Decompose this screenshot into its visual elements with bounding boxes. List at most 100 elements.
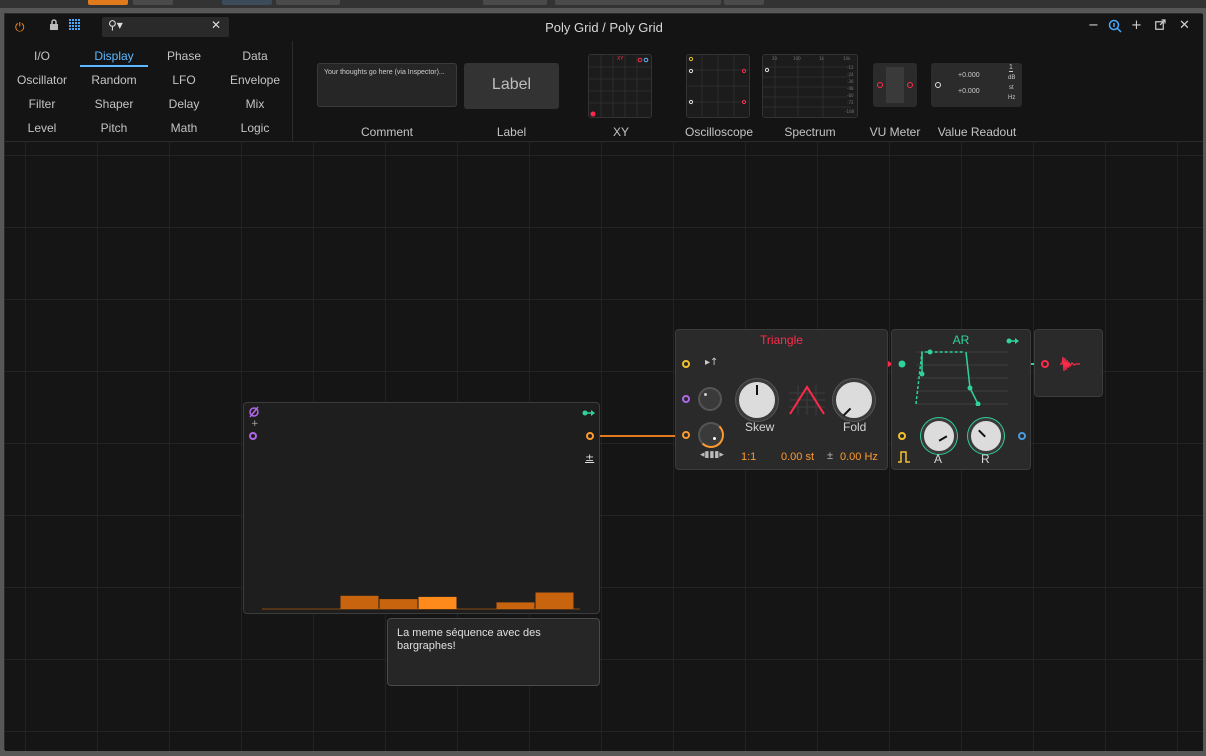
comment-preview-text: Your thoughts go here (via Inspector)... [324, 69, 445, 76]
device-label-module[interactable]: Label Label [464, 63, 559, 139]
device-comment[interactable]: Your thoughts go here (via Inspector)...… [317, 63, 457, 139]
vu-port [907, 82, 913, 88]
window-title: Poly Grid / Poly Grid [545, 20, 663, 35]
skew-knob[interactable] [736, 379, 778, 421]
title-bar: ⏻ ⚲▾ ✕ Poly Grid / Poly Grid − + ✕ [5, 14, 1203, 41]
fold-knob[interactable] [833, 379, 875, 421]
category-level[interactable]: Level [7, 121, 77, 135]
category-shaper[interactable]: Shaper [79, 97, 149, 111]
xy-thumbnail: XY [588, 54, 652, 118]
device-label: Comment [360, 125, 413, 139]
release-knob[interactable] [968, 418, 1004, 454]
hz-value[interactable]: 0.00 Hz [840, 451, 878, 463]
popout-icon[interactable] [1155, 19, 1166, 34]
category-math[interactable]: Math [149, 121, 219, 135]
keyboard-icon[interactable]: ◂▮▮▮▸ [700, 450, 724, 460]
category-lfo[interactable]: LFO [149, 73, 219, 87]
poly-grid-window: ⏻ ⚲▾ ✕ Poly Grid / Poly Grid − + ✕ I/O D… [4, 13, 1203, 751]
audio-out-module[interactable] [1034, 329, 1103, 397]
polarity-toggle[interactable]: ± [585, 451, 594, 464]
input-port-dot[interactable] [893, 359, 907, 369]
bargraph-module[interactable]: + ± [243, 402, 600, 614]
category-envelope[interactable]: Envelope [220, 73, 290, 87]
transport-button[interactable] [133, 0, 173, 5]
category-display[interactable]: Display [79, 49, 149, 67]
device-vu-meter[interactable]: VU Meter [867, 63, 923, 139]
release-label: R [981, 452, 990, 466]
category-io[interactable]: I/O [7, 49, 77, 63]
category-random[interactable]: Random [79, 73, 149, 87]
phase-knob[interactable] [698, 387, 722, 411]
xy-preview-text: XY [617, 56, 624, 62]
spectrum-tick: -48 [847, 86, 854, 91]
attack-label: A [934, 452, 943, 466]
readout-unit: 1 [1009, 64, 1013, 72]
phase-port[interactable] [682, 395, 690, 403]
vu-port [877, 82, 883, 88]
vu-thumbnail [873, 63, 917, 107]
readout-value-1: +0.000 [958, 72, 980, 79]
ar-envelope-graph [915, 349, 1008, 406]
phase-icon[interactable] [248, 406, 260, 418]
zoom-icon[interactable] [1108, 19, 1122, 37]
category-delay[interactable]: Delay [149, 97, 219, 111]
category-filter[interactable]: Filter [7, 97, 77, 111]
attack-knob[interactable] [921, 418, 957, 454]
spectrum-tick: -72 [847, 100, 854, 105]
spectrum-tick: 100 [793, 56, 801, 61]
device-label: Label [496, 125, 527, 139]
category-oscillator[interactable]: Oscillator [7, 73, 77, 87]
output-arrow-icon [1006, 338, 1019, 344]
semitone-value[interactable]: 0.00 st [781, 451, 814, 463]
spectrum-tick: -108 [845, 109, 855, 114]
bargraph-bar [496, 602, 535, 609]
comment-note-text: La meme séquence avec des bargraphes! [397, 627, 541, 652]
transport-button[interactable] [483, 0, 547, 5]
module-browser: I/O Display Phase Data Oscillator Random… [5, 41, 1203, 142]
ar-module[interactable]: AR A R [891, 329, 1031, 470]
gate-port[interactable] [898, 432, 906, 440]
output-port[interactable] [586, 432, 594, 440]
transport-button[interactable] [222, 0, 272, 5]
label-preview-text: Label [491, 76, 532, 93]
patch-grid[interactable]: + ± La meme séquence avec des bargraphes… [5, 142, 1203, 751]
minimize-icon[interactable]: − [1088, 18, 1099, 33]
category-data[interactable]: Data [220, 49, 290, 63]
gate-icon [898, 451, 910, 463]
device-value-readout[interactable]: +0.000 +0.000 1 dB st Hz Value Readout [930, 63, 1024, 139]
triangle-title: Triangle [760, 333, 803, 347]
pitch-knob[interactable] [698, 422, 724, 448]
bargraph-display [262, 592, 580, 610]
readout-unit: Hz [1008, 95, 1016, 101]
category-pitch[interactable]: Pitch [79, 121, 149, 135]
transport-button[interactable] [555, 0, 721, 5]
device-oscilloscope[interactable]: Oscilloscope [683, 51, 755, 139]
ratio-value[interactable]: 1:1 [741, 451, 756, 463]
retrigger-icon[interactable]: ▸↑ [705, 357, 718, 368]
app-frame: ⏻ ⚲▾ ✕ Poly Grid / Poly Grid − + ✕ I/O D… [0, 0, 1206, 756]
close-window-icon[interactable]: ✕ [1179, 18, 1190, 33]
vu-bar [886, 67, 904, 103]
audio-input-port[interactable] [1041, 360, 1049, 368]
spectrum-tick: -12 [847, 65, 854, 70]
device-spectrum[interactable]: 20 100 1k 10k -12 -24 -36 -48 -60 -72 -1… [760, 51, 860, 139]
comment-note[interactable]: La meme séquence avec des bargraphes! [387, 618, 600, 686]
bargraph-bar [340, 595, 379, 609]
output-port[interactable] [1018, 432, 1026, 440]
add-icon[interactable]: + [1131, 18, 1142, 33]
triangle-module[interactable]: Triangle ▸↑ ◂▮▮▮▸ Skew Fold 1:1 0.00 st … [675, 329, 888, 470]
input-port[interactable] [249, 432, 257, 440]
yellow-port[interactable] [682, 360, 690, 368]
pitch-port[interactable] [682, 431, 690, 439]
spectrum-thumbnail: 20 100 1k 10k -12 -24 -36 -48 -60 -72 -1… [762, 54, 858, 118]
transport-button[interactable] [724, 0, 764, 5]
xy-grid [589, 55, 651, 117]
spectrum-tick: -60 [847, 93, 854, 98]
transport-button[interactable] [276, 0, 340, 5]
device-xy[interactable]: XY XY [585, 51, 657, 139]
category-logic[interactable]: Logic [220, 121, 290, 135]
transport-button[interactable] [88, 0, 128, 5]
spectrum-tick: 1k [819, 56, 824, 61]
category-mix[interactable]: Mix [220, 97, 290, 111]
category-phase[interactable]: Phase [149, 49, 219, 63]
